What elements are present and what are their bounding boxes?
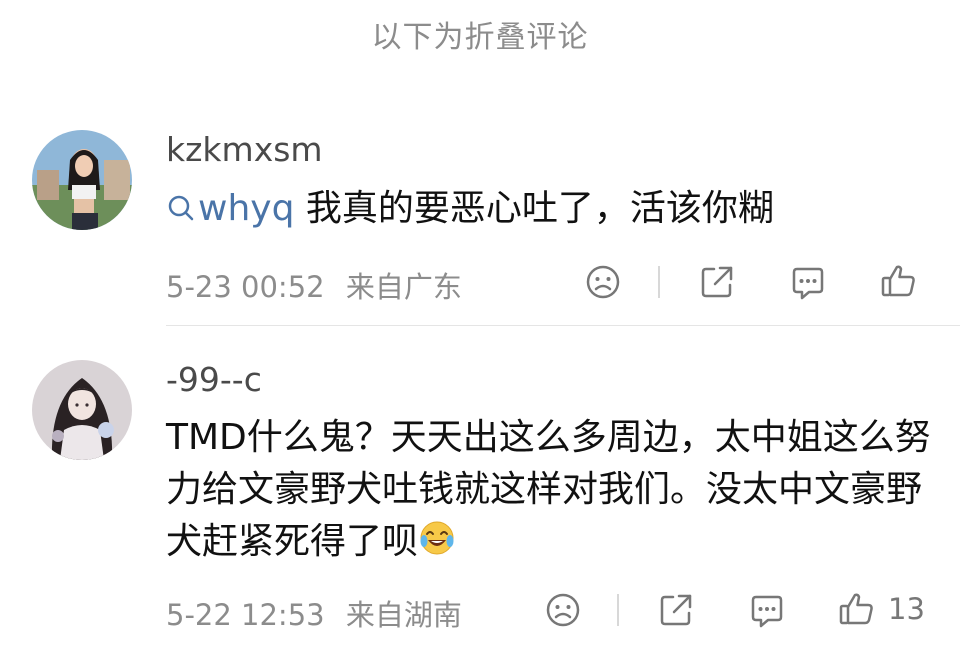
action-divider <box>658 266 660 298</box>
dislike-button[interactable] <box>585 264 621 300</box>
folded-comments-header: 以下为折叠评论 <box>371 20 589 55</box>
sad-face-icon <box>585 264 621 300</box>
comment-body: TMD什么鬼？天天出这么多周边，太中姐这么努力给文豪野犬吐钱就这样对我们。没太中… <box>166 417 931 562</box>
like-button[interactable]: 13 <box>838 590 925 628</box>
comment-text: whyq 我真的要恶心吐了，活该你糊 <box>166 183 936 238</box>
location: 来自广东 <box>345 270 462 304</box>
mention-name: whyq <box>198 188 295 229</box>
thumbs-up-icon <box>880 262 918 300</box>
comment-icon <box>748 592 786 630</box>
timestamp: 5-23 00:52 <box>166 270 325 304</box>
share-icon <box>657 591 695 629</box>
share-button[interactable] <box>698 263 736 301</box>
comment-meta: 5-22 12:53 来自湖南 <box>166 592 462 634</box>
thumbs-up-icon <box>838 590 876 628</box>
comment-meta: 5-23 00:52 来自广东 <box>166 264 462 306</box>
location: 来自湖南 <box>345 598 462 632</box>
comment-divider <box>166 325 960 326</box>
comment-icon <box>789 264 827 302</box>
dislike-button[interactable] <box>545 592 581 628</box>
comment-text: TMD什么鬼？天天出这么多周边，太中姐这么努力给文豪野犬吐钱就这样对我们。没太中… <box>166 412 936 572</box>
action-divider <box>617 594 619 626</box>
share-icon <box>698 263 736 301</box>
comment-username[interactable]: -99--c <box>166 360 262 399</box>
sad-face-icon <box>545 592 581 628</box>
search-icon <box>166 186 196 238</box>
comment-body: 我真的要恶心吐了，活该你糊 <box>305 188 774 229</box>
comment-button[interactable] <box>789 264 827 302</box>
comment-button[interactable] <box>748 592 786 630</box>
avatar[interactable] <box>32 360 132 460</box>
avatar[interactable] <box>32 130 132 230</box>
comment-username[interactable]: kzkmxsm <box>166 130 323 169</box>
user-mention[interactable]: whyq <box>166 188 294 229</box>
share-button[interactable] <box>657 591 695 629</box>
like-button[interactable] <box>880 262 930 300</box>
like-count: 13 <box>888 592 925 626</box>
laughing-crying-emoji-icon <box>418 519 456 572</box>
timestamp: 5-22 12:53 <box>166 598 325 632</box>
